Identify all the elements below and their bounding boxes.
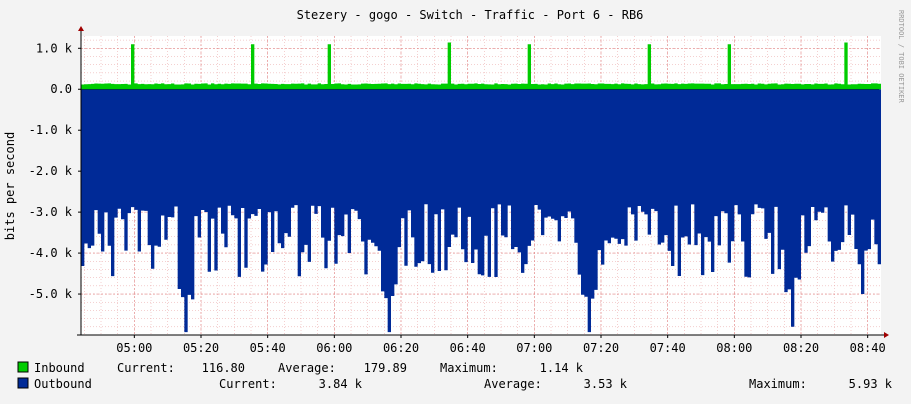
y-tick-label: -1.0 k bbox=[29, 123, 73, 137]
x-tick-label: 05:00 bbox=[116, 341, 152, 355]
y-tick-label: -4.0 k bbox=[29, 246, 73, 260]
traffic-chart: Stezery - gogo - Switch - Traffic - Port… bbox=[0, 0, 911, 400]
legend-swatch-outbound bbox=[17, 377, 29, 389]
legend-outbound-average: 3.53 k bbox=[584, 377, 628, 391]
legend-outbound-current-label: Current: bbox=[219, 377, 277, 391]
legend-outbound-name: Outbound bbox=[34, 377, 92, 391]
legend-outbound-maximum: 5.93 k bbox=[849, 377, 893, 391]
x-tick-label: 07:00 bbox=[516, 341, 552, 355]
x-tick-label: 05:20 bbox=[183, 341, 219, 355]
y-tick-label: -3.0 k bbox=[29, 205, 73, 219]
chart-title: Stezery - gogo - Switch - Traffic - Port… bbox=[297, 8, 644, 22]
legend-inbound-current: 116.80 bbox=[202, 361, 245, 375]
x-tick-label: 07:40 bbox=[650, 341, 686, 355]
y-tick-label: -2.0 k bbox=[29, 164, 73, 178]
legend-outbound-average-label: Average: bbox=[484, 377, 542, 391]
legend-outbound-maximum-label: Maximum: bbox=[749, 377, 807, 391]
x-tick-label: 06:00 bbox=[316, 341, 352, 355]
legend-inbound-name: Inbound bbox=[34, 361, 85, 375]
legend-inbound-maximum-label: Maximum: bbox=[440, 361, 498, 375]
x-tick-label: 08:20 bbox=[783, 341, 819, 355]
y-tick-label: 1.0 k bbox=[36, 41, 73, 55]
x-tick-label: 08:00 bbox=[716, 341, 752, 355]
legend-inbound-maximum: 1.14 k bbox=[540, 361, 584, 375]
x-tick-label: 08:40 bbox=[850, 341, 886, 355]
legend-outbound-current: 3.84 k bbox=[319, 377, 363, 391]
legend-inbound-average-label: Average: bbox=[278, 361, 336, 375]
y-axis-label: bits per second bbox=[3, 132, 17, 240]
rrd-graph: Stezery - gogo - Switch - Traffic - Port… bbox=[0, 0, 911, 400]
y-tick-label: 0.0 bbox=[50, 82, 72, 96]
x-tick-label: 07:20 bbox=[583, 341, 619, 355]
x-tick-label: 06:40 bbox=[450, 341, 486, 355]
legend-inbound-current-label: Current: bbox=[117, 361, 175, 375]
legend-inbound-average: 179.89 bbox=[364, 361, 407, 375]
watermark: RRDTOOL / TOBI OETIKER bbox=[897, 10, 905, 104]
x-tick-label: 06:20 bbox=[383, 341, 419, 355]
y-tick-label: -5.0 k bbox=[29, 287, 73, 301]
legend-swatch-inbound bbox=[17, 361, 29, 373]
x-tick-label: 05:40 bbox=[250, 341, 286, 355]
